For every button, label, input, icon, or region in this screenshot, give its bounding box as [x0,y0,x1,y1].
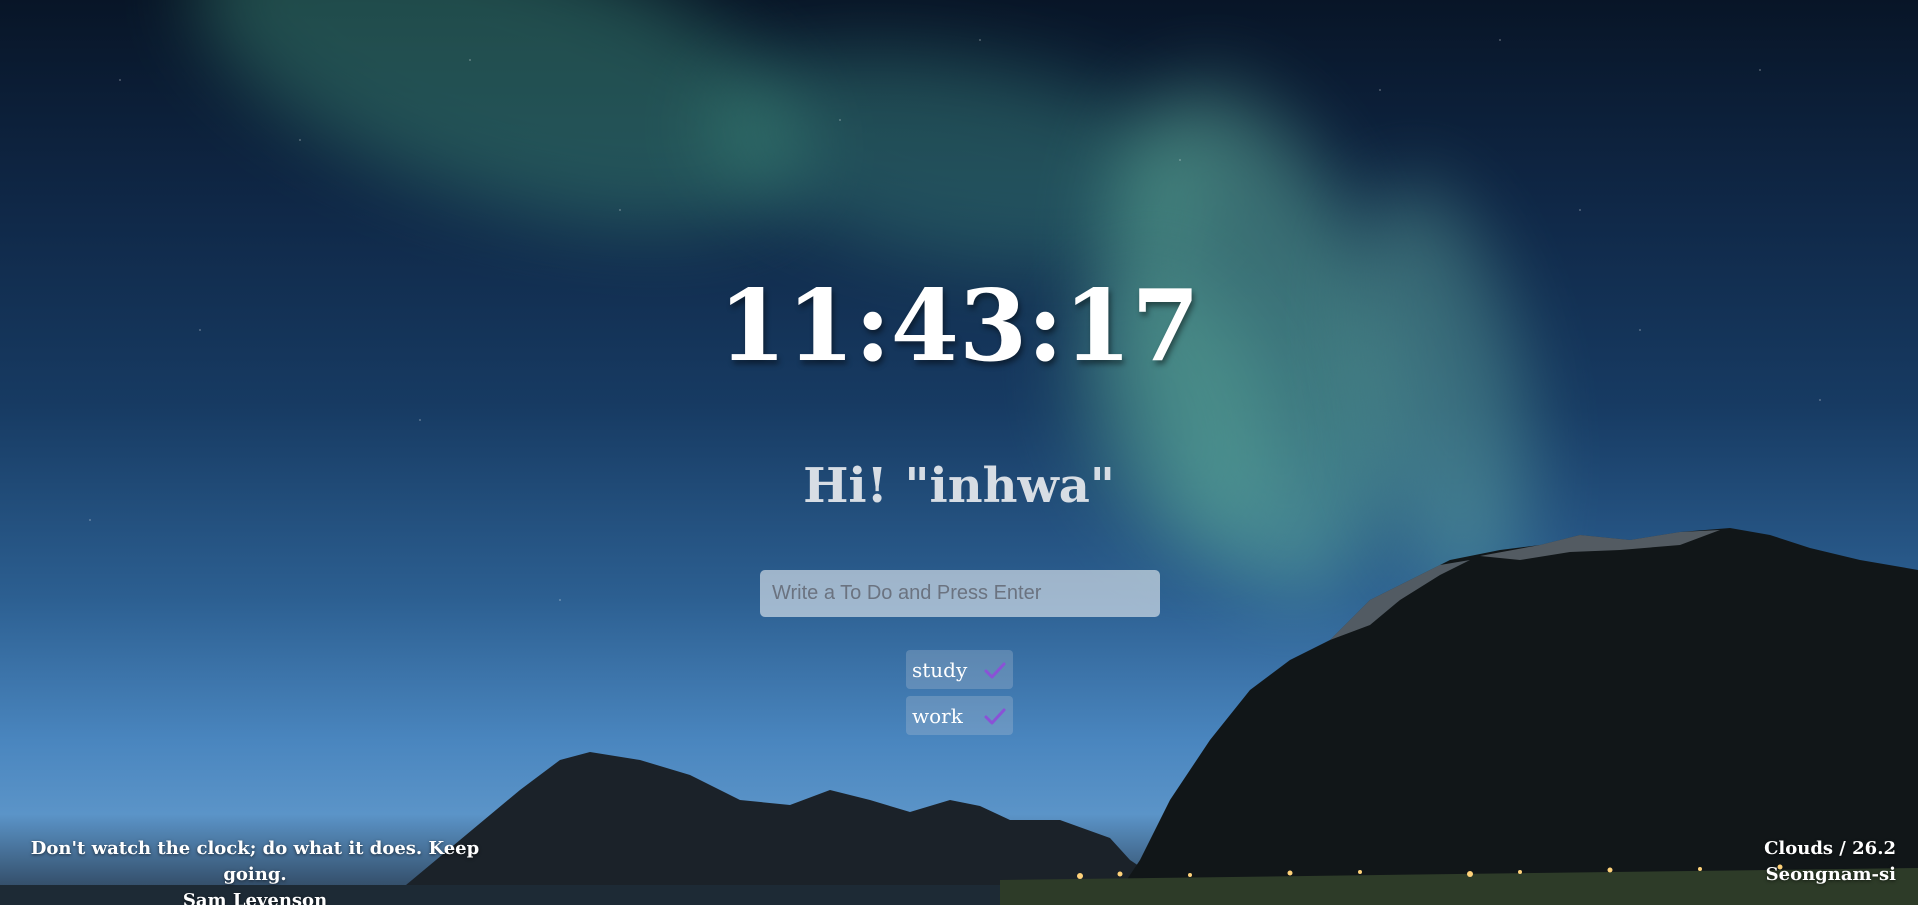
todo-item: work [906,696,1013,735]
quote-author: Sam Levenson [182,890,328,905]
greeting: Hi! "inhwa" [803,458,1115,514]
todo-text: study [912,657,968,682]
weather: Clouds / 26.2 Seongnam-si [1764,836,1896,888]
quote-text: Don't watch the clock; do what it does. … [30,838,480,885]
todo-item: study [906,650,1013,689]
check-icon[interactable] [983,704,1007,728]
todo-text: work [912,703,963,728]
clock: 11:43:17 [718,269,1200,384]
check-icon[interactable] [983,658,1007,682]
weather-summary: Clouds / 26.2 [1764,838,1896,859]
todo-input[interactable] [760,570,1160,617]
todo-form [760,570,1160,617]
weather-city: Seongnam-si [1765,864,1896,885]
quote: Don't watch the clock; do what it does. … [0,836,510,905]
todo-list: study work [906,650,1013,742]
main-content: 11:43:17 Hi! "inhwa" study work Don't wa… [0,0,1918,905]
